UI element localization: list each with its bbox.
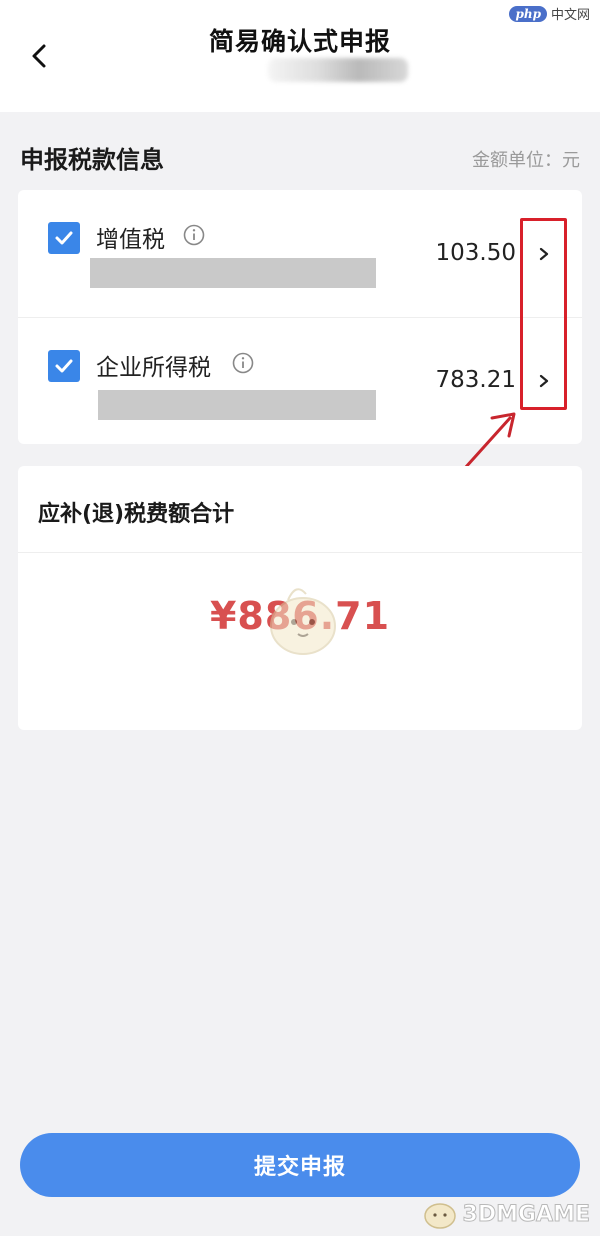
tax-item-vat[interactable]: 增值税 103.50 bbox=[18, 190, 582, 316]
site-logo-text: 中文网 bbox=[550, 8, 590, 23]
redacted-text bbox=[98, 390, 376, 420]
total-title: 应补(退)税费额合计 bbox=[38, 502, 235, 527]
footer-watermark-text: 3DMGAME bbox=[462, 1201, 590, 1227]
header-bar: 简易确认式申报 php 中文网 bbox=[0, 0, 600, 112]
footer-watermark: 3DMGAME bbox=[421, 1198, 591, 1230]
section-title: 申报税款信息 bbox=[20, 146, 164, 174]
tax-item-amount: 103.50 bbox=[435, 240, 516, 266]
tax-item-name: 增值税 bbox=[96, 227, 165, 253]
site-logo-badge: php bbox=[509, 5, 547, 22]
check-icon bbox=[55, 359, 73, 373]
redacted-text bbox=[90, 258, 376, 288]
total-divider bbox=[18, 552, 582, 553]
mascot-watermark-icon bbox=[270, 588, 336, 655]
unit-note: 金额单位：元 bbox=[472, 150, 580, 171]
app-screen: 简易确认式申报 php 中文网 申报税款信息 金额单位：元 增值税 103.50 bbox=[0, 0, 600, 1236]
check-icon bbox=[55, 231, 73, 245]
site-logo: php 中文网 bbox=[509, 4, 590, 23]
info-icon[interactable] bbox=[232, 352, 254, 374]
mascot-icon bbox=[423, 1203, 456, 1229]
submit-button[interactable]: 提交申报 bbox=[20, 1133, 580, 1197]
tax-item-name: 企业所得税 bbox=[96, 355, 211, 381]
page-title: 简易确认式申报 bbox=[208, 27, 391, 56]
vat-checkbox[interactable] bbox=[48, 222, 80, 254]
corporate-tax-checkbox[interactable] bbox=[48, 350, 80, 382]
blurred-area bbox=[268, 58, 408, 82]
info-icon[interactable] bbox=[183, 224, 205, 246]
annotation-highlight-box bbox=[520, 218, 567, 410]
tax-item-amount: 783.21 bbox=[435, 367, 516, 393]
